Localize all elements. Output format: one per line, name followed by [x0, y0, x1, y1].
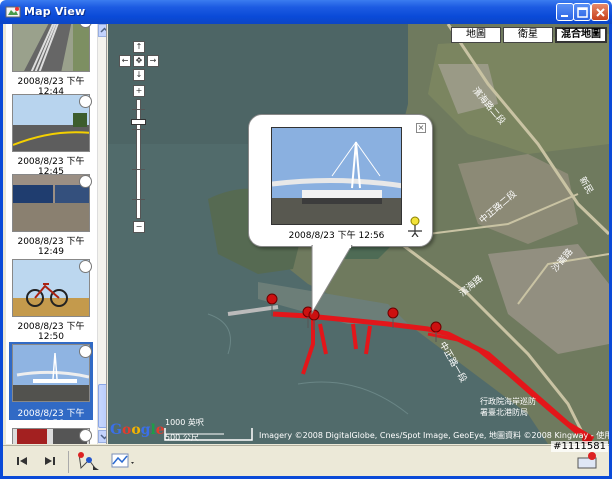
scroll-down-arrow-icon[interactable]: [98, 430, 106, 443]
map-label: 行政院海岸巡防: [480, 397, 536, 406]
zoom-out-button[interactable]: −: [133, 221, 145, 233]
next-photo-button[interactable]: [39, 450, 61, 472]
compass-icon: [79, 429, 92, 442]
zoom-tick: [132, 109, 145, 110]
compass-icon: [79, 260, 92, 273]
toolbar-divider: [68, 451, 69, 473]
scale-bar: [164, 428, 253, 441]
map-type-hybrid-button[interactable]: 混合地圖: [555, 27, 607, 43]
popup-pointer: [311, 245, 353, 315]
scroll-up-arrow-icon[interactable]: [98, 24, 106, 37]
compass-icon: [79, 175, 92, 188]
map-label: 署臺北港防局: [480, 408, 528, 417]
scrollbar-thumb[interactable]: [98, 384, 106, 428]
close-button[interactable]: [591, 3, 609, 21]
pan-right-button[interactable]: →: [147, 55, 159, 67]
photo-info-popup: 2008/8/23 下午 12:56 ×: [248, 114, 433, 247]
export-map-icon: [577, 452, 597, 469]
photo-strip[interactable]: 2008/8/23 下午 12:44 2008/8/23 下午 12:45 20…: [6, 24, 107, 444]
minimize-button[interactable]: [556, 3, 574, 21]
zoom-tick: [132, 129, 145, 130]
map-type-map-button[interactable]: 地圖: [451, 27, 501, 43]
maximize-button[interactable]: [573, 3, 591, 21]
bottom-toolbar: [3, 445, 609, 476]
pan-up-button[interactable]: ↑: [133, 41, 145, 53]
google-logo: Google: [110, 422, 165, 438]
photo-caption: 2008/8/23 下午 12:49: [17, 237, 85, 257]
zoom-tick: [132, 199, 145, 200]
image-watermark: #1111581: [551, 441, 608, 452]
compass-icon: [79, 345, 92, 358]
pan-left-button[interactable]: ←: [119, 55, 131, 67]
zoom-slider-knob[interactable]: [131, 119, 146, 125]
photo-strip-scrollbar[interactable]: [97, 24, 106, 444]
pan-center-button[interactable]: ✥: [133, 55, 145, 67]
map-copyright: Imagery ©2008 DigitalGlobe, Cnes/Spot Im…: [259, 431, 609, 440]
photo-caption: 2008/8/23 下午 12:56: [17, 409, 85, 429]
window-frame: 2008/8/23 下午 12:44 2008/8/23 下午 12:45 20…: [0, 24, 612, 479]
map-view-app-icon: [5, 6, 21, 18]
show-route-button[interactable]: [75, 450, 101, 472]
title-bar: Map View: [0, 0, 612, 24]
scale-label-feet: 1000 英呎: [165, 418, 204, 427]
map-style-dropdown-button[interactable]: [109, 450, 137, 472]
photo-caption: 2008/8/23 下午 12:50: [17, 322, 85, 342]
compass-icon: [79, 95, 92, 108]
zoom-in-button[interactable]: +: [133, 85, 145, 97]
pan-down-button[interactable]: ↓: [133, 69, 145, 81]
popup-photo: [271, 127, 402, 225]
export-kml-button[interactable]: [575, 450, 601, 472]
map-view[interactable]: 濱海路二段 中正路二段 新民 濱海路 沙崙路 中正路一段 行政院海岸巡防 署臺北…: [108, 24, 609, 444]
popup-close-button[interactable]: ×: [416, 123, 426, 133]
skip-previous-icon: [17, 457, 27, 465]
window-title: Map View: [24, 5, 86, 18]
zoom-tick: [132, 169, 145, 170]
previous-photo-button[interactable]: [11, 450, 33, 472]
skip-next-icon: [45, 457, 55, 465]
street-view-pegman-icon[interactable]: [404, 215, 426, 237]
photo-image: [12, 24, 90, 72]
popup-caption: 2008/8/23 下午 12:56: [288, 231, 385, 241]
zoom-slider-track[interactable]: [136, 99, 141, 219]
map-type-satellite-button[interactable]: 衛星: [503, 27, 553, 43]
route-markers-icon: [78, 452, 99, 470]
map-style-icon: [111, 453, 134, 468]
window-client: 2008/8/23 下午 12:44 2008/8/23 下午 12:45 20…: [3, 24, 609, 476]
